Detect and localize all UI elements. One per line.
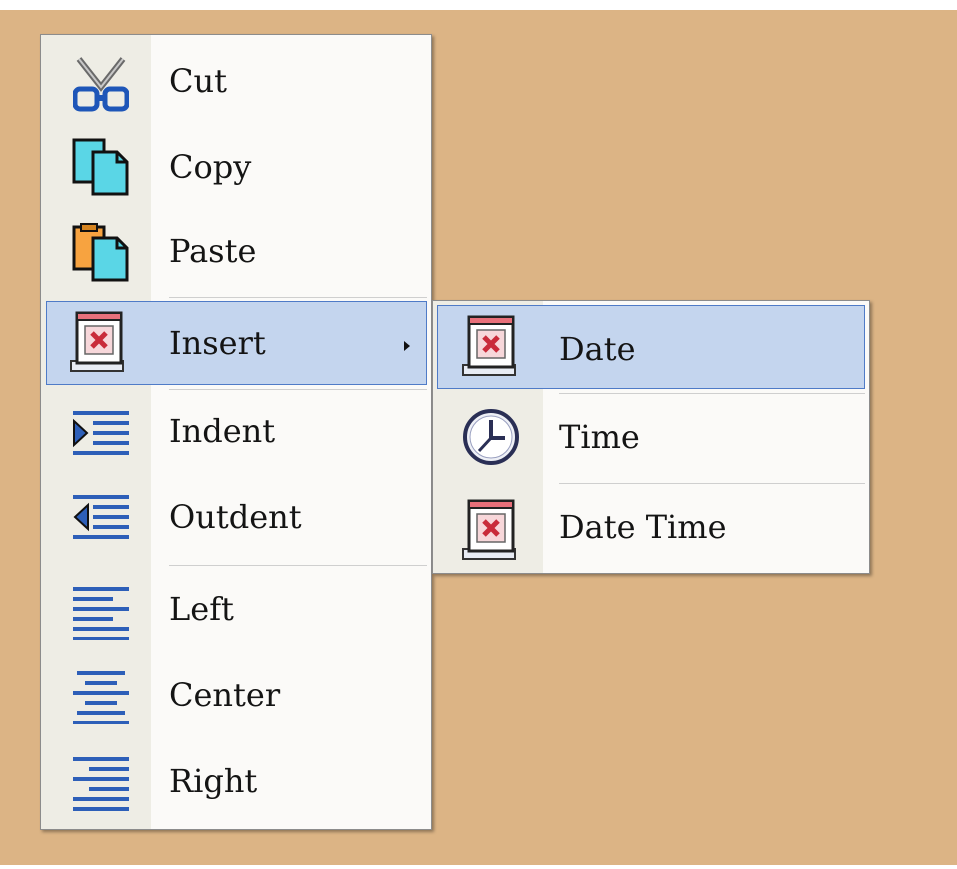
menu-item-insert[interactable]: Insert xyxy=(41,301,431,387)
insert-date-icon xyxy=(457,313,521,379)
menu-item-right[interactable]: Right xyxy=(41,739,431,825)
menu-separator xyxy=(559,393,865,394)
context-menu: Cut Copy Paste Insert Indent Outdent Lef… xyxy=(40,34,432,830)
menu-item-paste[interactable]: Paste xyxy=(41,209,431,295)
menu-item-label: Indent xyxy=(169,412,276,450)
menu-item-label: Paste xyxy=(169,232,257,270)
indent-icon xyxy=(71,407,131,463)
menu-item-copy[interactable]: Copy xyxy=(41,123,431,209)
copy-icon xyxy=(71,137,131,197)
menu-item-indent[interactable]: Indent xyxy=(41,391,431,477)
insert-date-icon xyxy=(65,309,129,375)
align-right-icon xyxy=(71,753,131,813)
clock-icon xyxy=(461,407,521,467)
submenu-item-date-time[interactable]: Date Time xyxy=(433,485,869,571)
menu-separator xyxy=(169,297,427,298)
menu-item-label: Insert xyxy=(169,324,266,362)
menu-item-outdent[interactable]: Outdent xyxy=(41,477,431,563)
submenu-item-date[interactable]: Date xyxy=(433,303,869,391)
submenu-item-label: Date Time xyxy=(559,508,727,546)
menu-item-label: Cut xyxy=(169,62,227,100)
insert-date-icon xyxy=(457,497,521,563)
menu-separator xyxy=(559,483,865,484)
menu-item-label: Copy xyxy=(169,148,252,186)
menu-item-label: Right xyxy=(169,762,258,800)
menu-item-label: Outdent xyxy=(169,498,302,536)
menu-item-label: Center xyxy=(169,676,281,714)
menu-separator xyxy=(169,565,427,566)
menu-item-cut[interactable]: Cut xyxy=(41,37,431,123)
menu-item-label: Left xyxy=(169,590,234,628)
submenu-arrow-icon xyxy=(403,337,411,356)
align-left-icon xyxy=(71,583,131,641)
submenu-item-label: Time xyxy=(559,418,640,456)
outdent-icon xyxy=(71,491,131,547)
menu-item-left[interactable]: Left xyxy=(41,567,431,653)
submenu-item-time[interactable]: Time xyxy=(433,395,869,483)
scissors-icon xyxy=(73,57,129,113)
insert-submenu: Date Time Date Time xyxy=(432,300,870,574)
submenu-item-label: Date xyxy=(559,330,636,368)
menu-separator xyxy=(169,389,427,390)
menu-item-center[interactable]: Center xyxy=(41,653,431,739)
paste-icon xyxy=(71,223,131,283)
align-center-icon xyxy=(71,667,131,725)
